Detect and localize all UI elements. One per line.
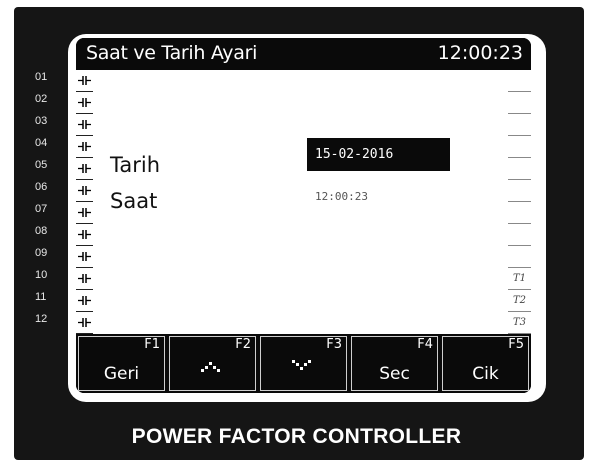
header-clock: 12:00:23 bbox=[437, 42, 523, 64]
capacitor-icon bbox=[78, 318, 91, 327]
capacitor-icon bbox=[78, 274, 91, 283]
f1-back-button[interactable]: F1 Geri bbox=[78, 336, 165, 391]
indicator-cell bbox=[508, 136, 531, 158]
arrow-down-icon bbox=[292, 360, 311, 370]
capacitor-step-cell bbox=[76, 224, 93, 246]
indicator-cell bbox=[508, 202, 531, 224]
row-number: 06 bbox=[35, 181, 48, 193]
capacitor-icon bbox=[78, 98, 91, 107]
capacitor-icon bbox=[78, 164, 91, 173]
row-number: 05 bbox=[35, 159, 48, 171]
row-number: 07 bbox=[35, 203, 48, 215]
fkey-label: Sec bbox=[379, 364, 410, 384]
capacitor-icon bbox=[78, 142, 91, 151]
f2-up-button[interactable]: F2 bbox=[169, 336, 256, 391]
f3-down-button[interactable]: F3 bbox=[260, 336, 347, 391]
capacitor-step-cell bbox=[76, 92, 93, 114]
capacitor-icon bbox=[78, 76, 91, 85]
capacitor-step-cell bbox=[76, 202, 93, 224]
capacitor-step-cell bbox=[76, 290, 93, 312]
capacitor-step-cell bbox=[76, 268, 93, 290]
capacitor-icon bbox=[78, 296, 91, 305]
arrow-up-icon bbox=[201, 362, 220, 372]
fkey-number: F3 bbox=[326, 337, 342, 352]
row-number: 12 bbox=[35, 313, 48, 325]
date-label: Tarih bbox=[110, 153, 160, 177]
indicator-cell bbox=[508, 114, 531, 136]
indicator-cell: T2 bbox=[508, 290, 531, 312]
row-number: 11 bbox=[35, 291, 47, 303]
indicator-cell bbox=[508, 92, 531, 114]
lcd-screen: Saat ve Tarih Ayari 12:00:23 Tarih Saat … bbox=[76, 38, 531, 393]
row-number: 04 bbox=[35, 137, 48, 149]
fkey-label: Cik bbox=[472, 364, 499, 384]
time-field[interactable]: 12:00:23 bbox=[315, 190, 368, 203]
row-number: 01 bbox=[35, 71, 48, 83]
function-key-bar: F1 Geri F2 F3 F4 Sec F5 Cik bbox=[76, 334, 531, 393]
capacitor-icon bbox=[78, 208, 91, 217]
capacitor-icon bbox=[78, 230, 91, 239]
capacitor-step-cell bbox=[76, 312, 93, 334]
capacitor-icon bbox=[78, 252, 91, 261]
indicator-cell: T3 bbox=[508, 312, 531, 334]
device-model-label: POWER FACTOR CONTROLLER bbox=[131, 425, 462, 448]
fkey-number: F1 bbox=[144, 337, 160, 352]
date-field[interactable]: 15-02-2016 bbox=[307, 138, 450, 171]
indicator-cell: T1 bbox=[508, 268, 531, 290]
row-number: 08 bbox=[35, 225, 48, 237]
capacitor-step-cell bbox=[76, 114, 93, 136]
indicator-cell bbox=[508, 224, 531, 246]
row-number: 03 bbox=[35, 115, 48, 127]
capacitor-step-cell bbox=[76, 136, 93, 158]
row-number: 09 bbox=[35, 247, 48, 259]
capacitor-icon bbox=[78, 120, 91, 129]
title-bar: Saat ve Tarih Ayari 12:00:23 bbox=[76, 38, 531, 70]
f5-exit-button[interactable]: F5 Cik bbox=[442, 336, 529, 391]
indicator-cell bbox=[508, 180, 531, 202]
indicator-cell bbox=[508, 246, 531, 268]
indicator-cell bbox=[508, 70, 531, 92]
time-label: Saat bbox=[110, 189, 158, 213]
capacitor-icon bbox=[78, 186, 91, 195]
capacitor-step-cell bbox=[76, 180, 93, 202]
capacitor-step-column bbox=[76, 70, 94, 334]
indicator-cell bbox=[508, 158, 531, 180]
fkey-label: Geri bbox=[103, 364, 140, 384]
settings-content: Tarih Saat 15-02-2016 12:00:23 bbox=[93, 70, 509, 334]
fkey-number: F4 bbox=[417, 337, 433, 352]
fkey-number: F5 bbox=[508, 337, 524, 352]
capacitor-step-cell bbox=[76, 246, 93, 268]
fkey-number: F2 bbox=[235, 337, 251, 352]
capacitor-step-cell bbox=[76, 158, 93, 180]
page-title: Saat ve Tarih Ayari bbox=[86, 42, 258, 64]
capacitor-step-cell bbox=[76, 70, 93, 92]
f4-select-button[interactable]: F4 Sec bbox=[351, 336, 438, 391]
row-number: 10 bbox=[35, 269, 48, 281]
row-number: 02 bbox=[35, 93, 48, 105]
right-indicator-column: T1 T2 T3 bbox=[508, 70, 531, 334]
